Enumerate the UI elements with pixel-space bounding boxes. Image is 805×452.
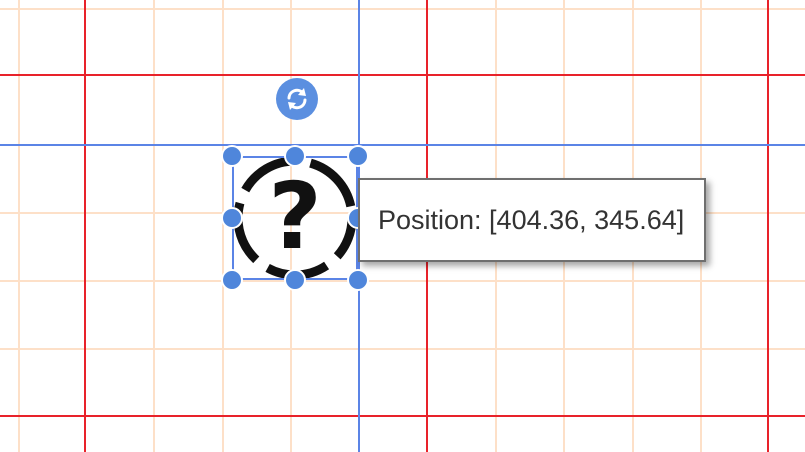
question-mark-glyph: ? — [268, 163, 321, 270]
resize-handle-bottom-left[interactable] — [221, 269, 243, 291]
position-tooltip: Position: [404.36, 345.64] — [358, 178, 707, 262]
grid-line — [0, 8, 805, 10]
grid-major-line — [0, 415, 805, 417]
resize-handle-left[interactable] — [221, 207, 243, 229]
drawing-canvas[interactable]: ? Position: [404.36, 345.64] — [0, 0, 805, 452]
grid-line — [18, 0, 20, 452]
rotate-handle[interactable] — [276, 78, 318, 120]
help-question-icon: ? — [233, 156, 357, 280]
grid-line — [0, 280, 805, 282]
grid-major-line — [0, 74, 805, 76]
rotate-icon — [287, 88, 307, 110]
grid-line — [153, 0, 155, 452]
grid-major-line — [84, 0, 86, 452]
resize-handle-bottom-right[interactable] — [347, 269, 369, 291]
resize-handle-top-right[interactable] — [347, 145, 369, 167]
position-tooltip-text: Position: [404.36, 345.64] — [378, 204, 685, 235]
resize-handle-top-left[interactable] — [221, 145, 243, 167]
help-shape[interactable]: ? — [227, 151, 363, 285]
resize-handle-top[interactable] — [284, 145, 306, 167]
resize-handle-bottom[interactable] — [284, 269, 306, 291]
grid-major-line — [767, 0, 769, 452]
grid-line — [0, 348, 805, 350]
alignment-guide-horizontal — [0, 144, 805, 146]
